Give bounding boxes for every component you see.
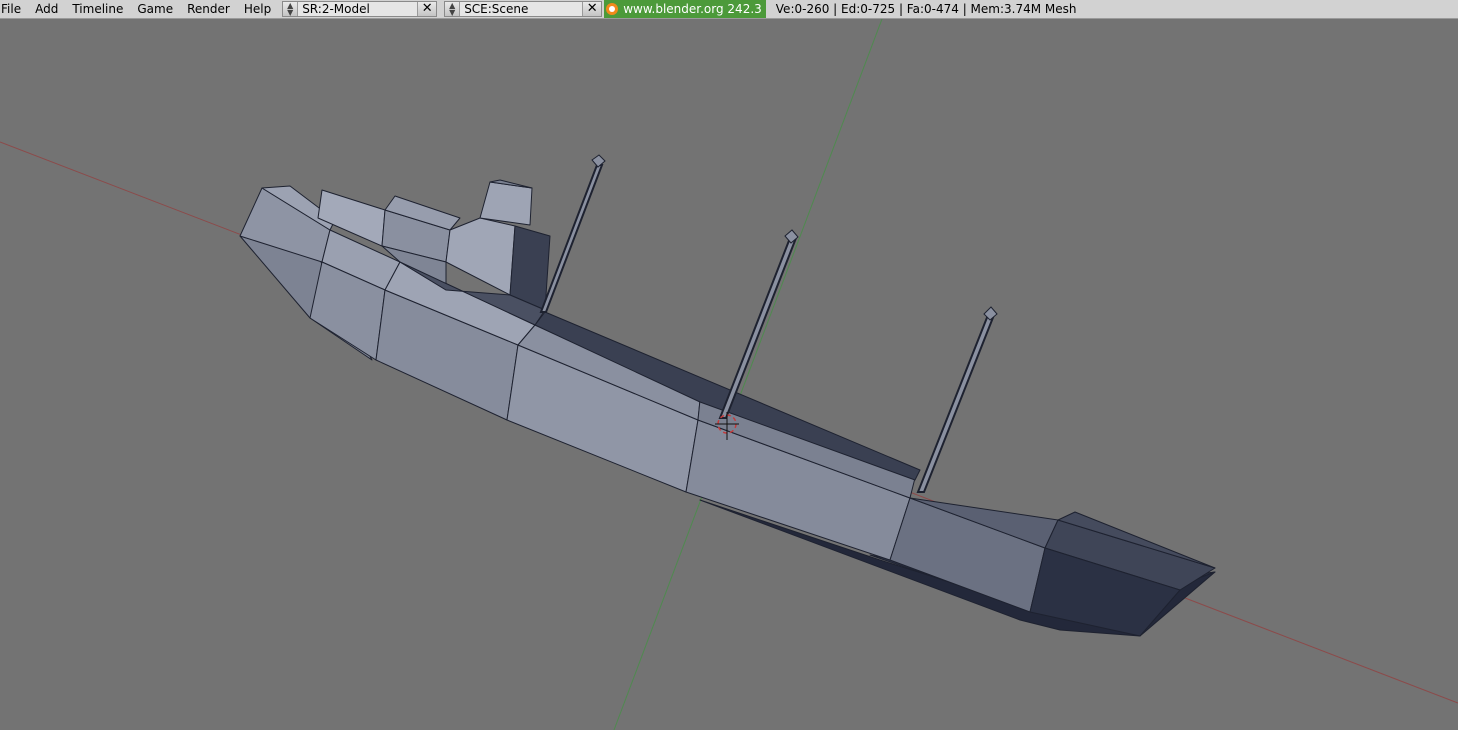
- scene-browser: ▲ ▼ SCE:Scene ✕: [444, 1, 603, 17]
- menu-render[interactable]: Render: [180, 0, 237, 18]
- 3d-viewport[interactable]: [0, 19, 1458, 730]
- menu-help[interactable]: Help: [237, 0, 278, 18]
- close-x-icon[interactable]: ✕: [418, 2, 436, 16]
- version-text: www.blender.org 242.3: [623, 2, 762, 16]
- blender-logo-icon: [606, 3, 619, 15]
- menu-timeline[interactable]: Timeline: [65, 0, 130, 18]
- updown-arrows-icon[interactable]: ▲ ▼: [283, 2, 297, 17]
- scene-name-field[interactable]: SCE:Scene: [459, 2, 584, 16]
- close-x-icon[interactable]: ✕: [583, 2, 601, 16]
- screen-browser: ▲ ▼ SR:2-Model ✕: [282, 1, 438, 17]
- info-header: File Add Timeline Game Render Help ▲ ▼ SR…: [0, 0, 1458, 19]
- menu-file[interactable]: File: [0, 0, 28, 18]
- menu-game[interactable]: Game: [130, 0, 180, 18]
- version-label: www.blender.org 242.3: [604, 0, 766, 18]
- updown-arrows-icon[interactable]: ▲ ▼: [445, 2, 459, 17]
- scene-stats: Ve:0-260 | Ed:0-725 | Fa:0-474 | Mem:3.7…: [775, 2, 1077, 16]
- screen-name-field[interactable]: SR:2-Model: [297, 2, 419, 16]
- menu-add[interactable]: Add: [28, 0, 65, 18]
